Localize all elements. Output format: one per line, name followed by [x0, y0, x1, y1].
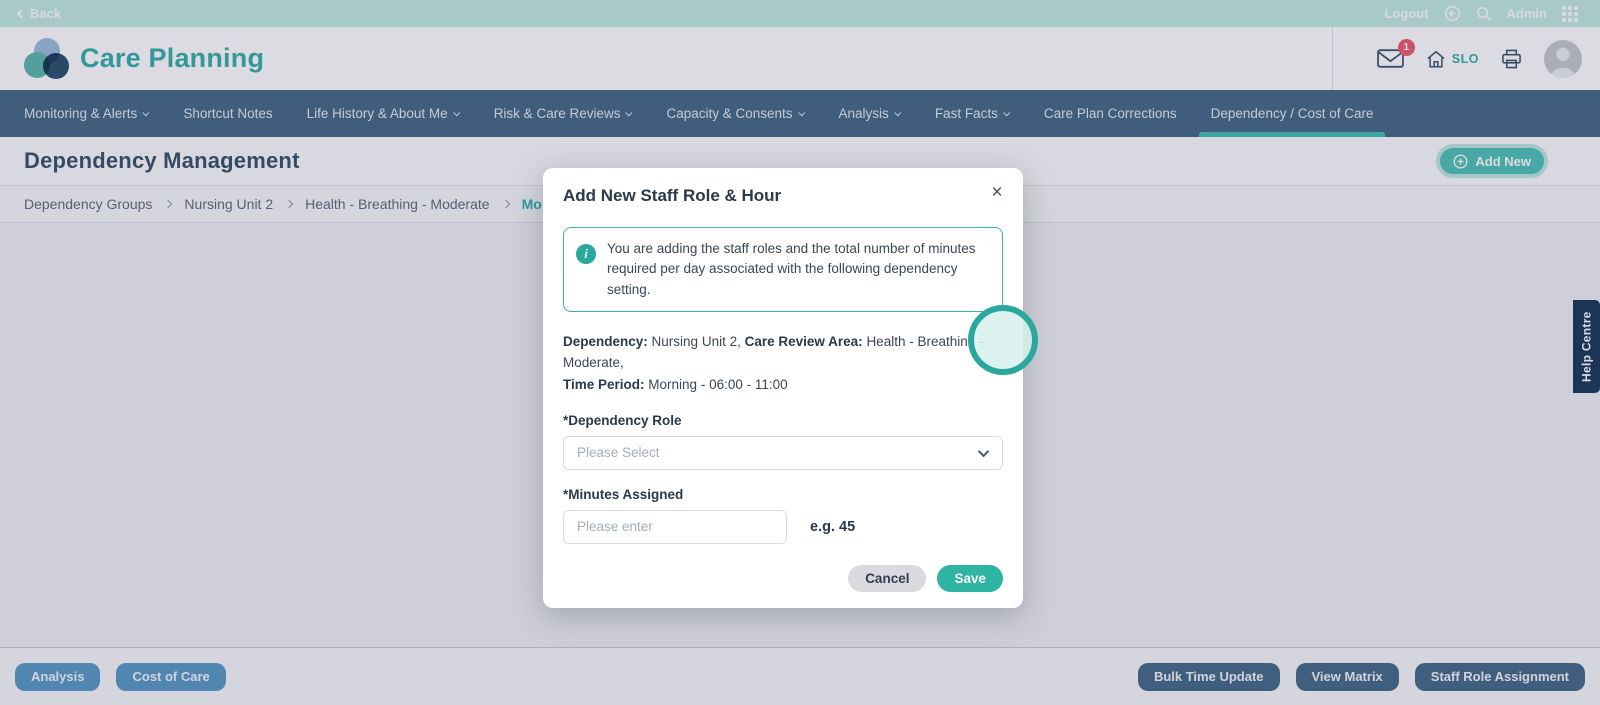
modal-title: Add New Staff Role & Hour: [563, 186, 1003, 206]
time-period-value: Morning - 06:00 - 11:00: [648, 377, 787, 392]
minutes-input[interactable]: [563, 510, 787, 544]
close-icon[interactable]: ×: [985, 181, 1009, 205]
time-period-label: Time Period:: [563, 377, 645, 392]
dependency-role-select[interactable]: Please Select: [563, 436, 1003, 470]
minutes-assigned-label: *Minutes Assigned: [563, 487, 1003, 502]
info-banner: i You are adding the staff roles and the…: [563, 227, 1003, 312]
info-icon: i: [576, 244, 596, 264]
info-text: You are adding the staff roles and the t…: [607, 239, 988, 300]
dependency-role-label: *Dependency Role: [563, 413, 1003, 428]
add-staff-role-modal: Add New Staff Role & Hour × i You are ad…: [543, 168, 1023, 608]
chevron-down-icon: [978, 445, 989, 456]
dependency-label: Dependency:: [563, 334, 648, 349]
dependency-details: Dependency: Nursing Unit 2, Care Review …: [563, 331, 1003, 396]
cancel-button[interactable]: Cancel: [848, 565, 926, 592]
care-area-label: Care Review Area:: [745, 334, 863, 349]
minutes-example-hint: e.g. 45: [810, 519, 855, 535]
app-root: Back Logout Admin: [0, 0, 1600, 705]
save-button[interactable]: Save: [937, 565, 1003, 592]
select-placeholder: Please Select: [577, 445, 660, 460]
dependency-value: Nursing Unit 2,: [652, 334, 741, 349]
